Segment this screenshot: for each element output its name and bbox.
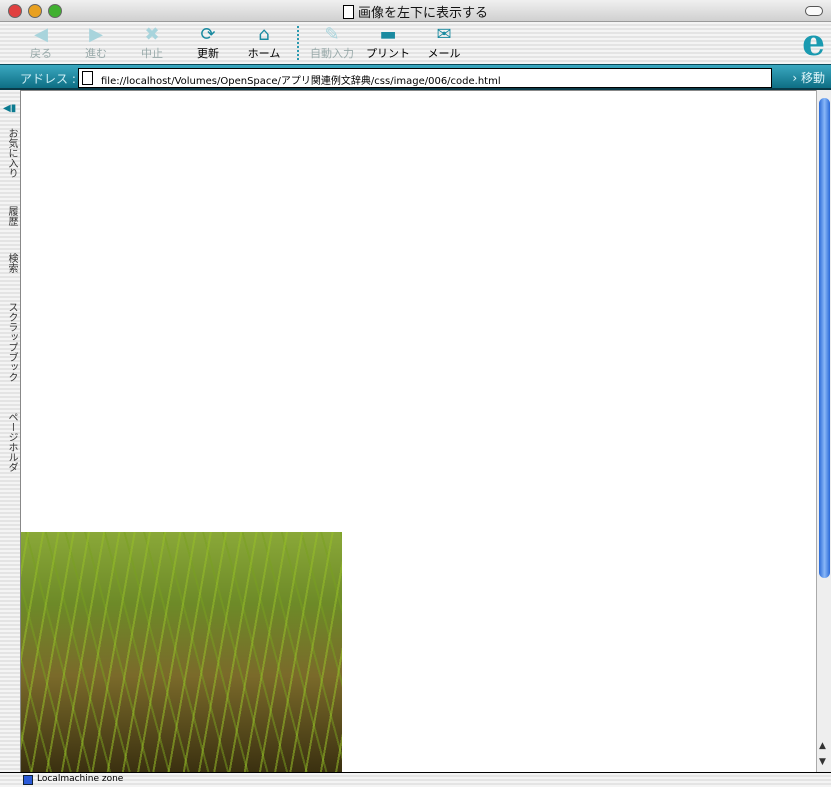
zone-icon (23, 775, 33, 785)
back-button[interactable]: ◀ 戻る (13, 25, 69, 61)
address-bar: アドレス : file://localhost/Volumes/OpenSpac… (0, 64, 831, 90)
forward-arrow-icon: ▶ (89, 24, 103, 45)
page-content (21, 90, 816, 772)
stop-label: 中止 (141, 47, 163, 60)
go-label: 移動 (800, 71, 825, 85)
explorer-sidebar: ◀▮ お気に入り 履歴 検索 スクラップブック ページホルダ (0, 90, 21, 772)
back-arrow-icon: ◀ (34, 24, 48, 45)
refresh-button[interactable]: ⟳ 更新 (180, 25, 236, 61)
sidebar-tab-page-holder[interactable]: ページホルダ (4, 412, 19, 472)
print-button[interactable]: ▬ プリント (360, 25, 416, 61)
security-zone: Localmachine zone (37, 774, 124, 784)
address-label: アドレス : (20, 72, 76, 86)
mail-button[interactable]: ✉ メール (416, 25, 472, 61)
scroll-down-arrow-icon[interactable]: ▼ (819, 757, 826, 767)
home-icon: ⌂ (258, 24, 270, 45)
scrollbar-thumb[interactable] (819, 98, 830, 578)
window-title: 画像を左下に表示する (0, 2, 831, 21)
window-title-text: 画像を左下に表示する (357, 6, 488, 21)
forward-button[interactable]: ▶ 進む (68, 25, 124, 61)
page-icon (82, 71, 93, 85)
sidebar-toggle-icon[interactable]: ◀▮ (3, 103, 16, 114)
forward-label: 進む (85, 47, 107, 60)
address-input[interactable]: file://localhost/Volumes/OpenSpace/アプリ関連… (78, 68, 772, 88)
ie-logo-icon: e (802, 22, 825, 64)
home-label: ホーム (247, 47, 281, 60)
refresh-icon: ⟳ (200, 24, 216, 45)
sidebar-tab-search[interactable]: 検索 (4, 253, 19, 273)
sidebar-tab-history[interactable]: 履歴 (4, 206, 19, 226)
sidebar-tab-favorites[interactable]: お気に入り (4, 128, 19, 178)
back-label: 戻る (30, 47, 52, 60)
print-label: プリント (366, 47, 410, 60)
toolbar-separator (297, 26, 299, 60)
document-icon (342, 5, 354, 19)
stop-x-icon: ✖ (144, 24, 160, 45)
toolbar-toggle-button[interactable] (805, 6, 823, 16)
sidebar-tab-scrapbook[interactable]: スクラップブック (4, 302, 19, 382)
vertical-scrollbar[interactable]: ▲ ▼ (816, 90, 831, 772)
printer-icon: ▬ (379, 24, 397, 45)
home-button[interactable]: ⌂ ホーム (236, 25, 292, 61)
address-url: file://localhost/Volumes/OpenSpace/アプリ関連… (101, 76, 501, 87)
mail-label: メール (427, 47, 461, 60)
refresh-label: 更新 (197, 47, 219, 60)
autofill-button[interactable]: ✎ 自動入力 (304, 25, 360, 61)
mail-envelope-icon: ✉ (436, 24, 452, 45)
scroll-up-arrow-icon[interactable]: ▲ (819, 741, 826, 751)
rice-field-image (21, 532, 342, 772)
title-bar: 画像を左下に表示する (0, 0, 831, 22)
autofill-label: 自動入力 (310, 47, 354, 60)
stop-button[interactable]: ✖ 中止 (124, 25, 180, 61)
status-bar: Localmachine zone (0, 772, 831, 787)
autofill-pen-icon: ✎ (324, 24, 340, 45)
toolbar: ◀ 戻る ▶ 進む ✖ 中止 ⟳ 更新 ⌂ ホーム ✎ 自動入力 ▬ プリント ✉ メール e (0, 22, 831, 64)
go-button[interactable]: › 移動 (792, 69, 825, 86)
